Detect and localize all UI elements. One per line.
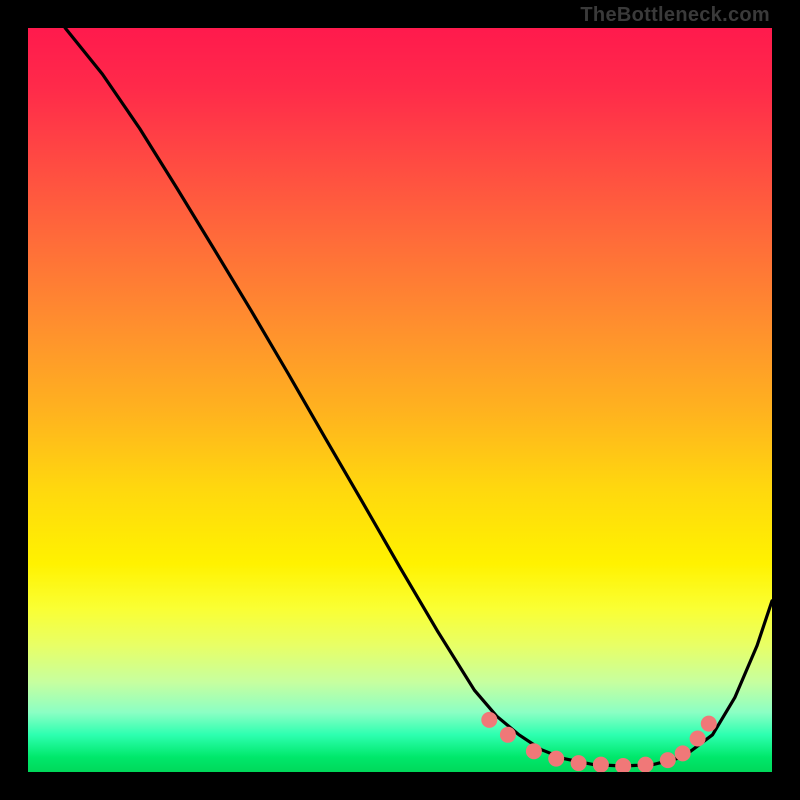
marker-dot [571, 755, 587, 771]
marker-dot [660, 752, 676, 768]
marker-dot [593, 757, 609, 772]
marker-group [481, 712, 717, 772]
marker-dot [701, 716, 717, 732]
marker-dot [615, 758, 631, 772]
marker-dot [548, 751, 564, 767]
chart-frame: TheBottleneck.com [0, 0, 800, 800]
marker-dot [690, 731, 706, 747]
marker-dot [481, 712, 497, 728]
bottleneck-curve [65, 28, 772, 766]
chart-svg [28, 28, 772, 772]
marker-dot [675, 745, 691, 761]
branding-label: TheBottleneck.com [580, 4, 770, 27]
marker-dot [638, 757, 654, 772]
plot-area [28, 28, 772, 772]
marker-dot [526, 743, 542, 759]
marker-dot [500, 727, 516, 743]
